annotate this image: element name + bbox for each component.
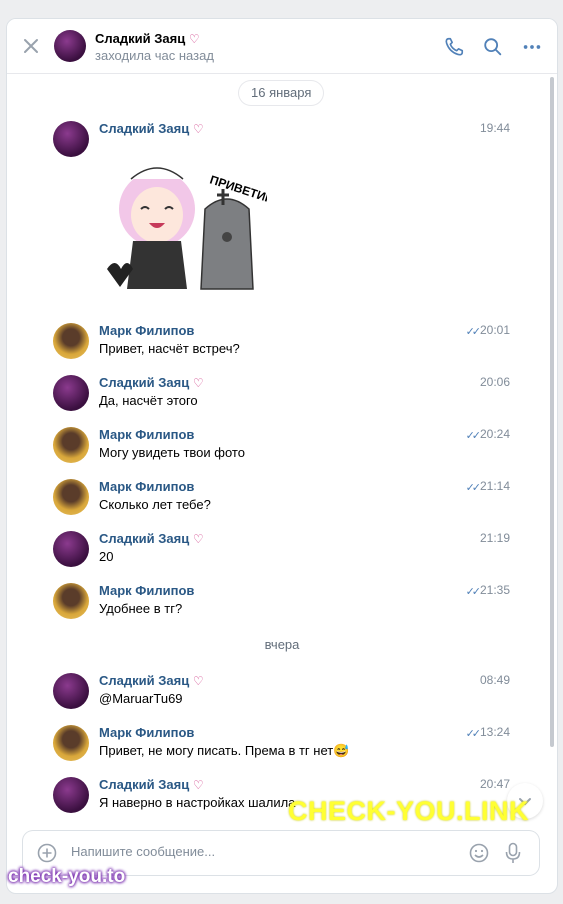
avatar[interactable] xyxy=(53,583,89,619)
heart-icon: ♡ xyxy=(192,778,204,792)
chat-window: Сладкий Заяц ♡ заходила час назад 16 янв… xyxy=(6,18,558,894)
message-row: Марк Филипов Сколько лет тебе? ✓✓ 21:14 xyxy=(7,479,557,529)
message-time: 21:35 xyxy=(479,583,510,597)
mic-icon[interactable] xyxy=(503,842,523,864)
avatar[interactable] xyxy=(53,531,89,567)
date-divider: вчера xyxy=(264,637,300,652)
message-time: 19:44 xyxy=(479,121,510,135)
message-row: Сладкий Заяц ♡ 19:44 xyxy=(7,121,557,171)
heart-icon: ♡ xyxy=(192,122,204,136)
plus-icon[interactable] xyxy=(37,843,57,863)
message-author[interactable]: Марк Филипов xyxy=(99,479,194,494)
avatar[interactable] xyxy=(53,479,89,515)
avatar[interactable] xyxy=(53,121,89,157)
message-text: Привет, не могу писать. Према в тг нет😅 xyxy=(99,743,350,758)
watermark: check-you.to xyxy=(8,866,126,887)
message-time: 13:24 xyxy=(479,725,510,739)
message-author[interactable]: Марк Филипов xyxy=(99,583,194,598)
contact-status: заходила час назад xyxy=(95,48,214,63)
more-icon[interactable] xyxy=(521,36,543,58)
heart-icon: ♡ xyxy=(192,376,204,390)
message-row: Сладкий Заяц ♡ 20 21:19 xyxy=(7,531,557,581)
message-row: Марк Филипов Привет, насчёт встреч? ✓✓ 2… xyxy=(7,323,557,373)
message-author[interactable]: Марк Филипов xyxy=(99,725,194,740)
double-check-icon: ✓✓ xyxy=(465,482,482,494)
message-time: 20:47 xyxy=(479,777,510,791)
heart-icon: ♡ xyxy=(188,32,200,46)
watermark: CHECK-YOU.LINK xyxy=(288,796,529,826)
message-author[interactable]: Сладкий Заяц ♡ xyxy=(99,673,204,688)
chat-header: Сладкий Заяц ♡ заходила час назад xyxy=(7,19,557,74)
message-time: 20:24 xyxy=(479,427,510,441)
message-author[interactable]: Сладкий Заяц ♡ xyxy=(99,121,204,136)
contact-name[interactable]: Сладкий Заяц ♡ xyxy=(95,31,200,46)
message-row: Марк Филипов Удобнее в тг? ✓✓ 21:35 xyxy=(7,583,557,633)
message-row: Марк Филипов Могу увидеть твои фото ✓✓ 2… xyxy=(7,427,557,477)
phone-icon[interactable] xyxy=(443,36,465,58)
message-author[interactable]: Сладкий Заяц ♡ xyxy=(99,777,204,792)
message-text: Удобнее в тг? xyxy=(99,601,183,616)
message-time: 08:49 xyxy=(479,673,510,687)
date-divider: 16 января xyxy=(239,81,324,105)
message-time: 21:14 xyxy=(479,479,510,493)
avatar[interactable] xyxy=(53,375,89,411)
message-author[interactable]: Сладкий Заяц ♡ xyxy=(99,375,204,390)
double-check-icon: ✓✓ xyxy=(465,728,482,740)
message-row: Сладкий Заяц ♡ @MaruarTu69 08:49 xyxy=(7,673,557,723)
avatar[interactable] xyxy=(53,725,89,761)
message-text: Сколько лет тебе? xyxy=(99,497,211,512)
heart-icon: ♡ xyxy=(192,674,204,688)
search-icon[interactable] xyxy=(482,36,504,58)
avatar[interactable] xyxy=(53,323,89,359)
double-check-icon: ✓✓ xyxy=(465,586,482,598)
message-text: Могу увидеть твои фото xyxy=(99,445,245,460)
message-input[interactable]: Напишите сообщение... xyxy=(71,844,215,859)
message-text: Я наверно в настройках шалила xyxy=(99,795,296,810)
message-text: Да, насчёт этого xyxy=(99,393,198,408)
avatar[interactable] xyxy=(53,777,89,813)
message-author[interactable]: Марк Филипов xyxy=(99,427,194,442)
message-row: Сладкий Заяц ♡ Да, насчёт этого 20:06 xyxy=(7,375,557,425)
message-time: 21:19 xyxy=(479,531,510,545)
double-check-icon: ✓✓ xyxy=(465,430,482,442)
double-check-icon: ✓✓ xyxy=(465,326,482,338)
message-text: @MaruarTu69 xyxy=(99,691,183,706)
sticker-image[interactable]: ПРИВЕТИК! xyxy=(97,149,267,299)
header-avatar[interactable] xyxy=(54,30,86,62)
message-author[interactable]: Марк Филипов xyxy=(99,323,194,338)
message-text: 20 xyxy=(99,549,114,564)
heart-icon: ♡ xyxy=(192,532,204,546)
smile-icon[interactable] xyxy=(469,843,489,863)
message-row: Марк Филипов Привет, не могу писать. Пре… xyxy=(7,725,557,775)
avatar[interactable] xyxy=(53,427,89,463)
avatar[interactable] xyxy=(53,673,89,709)
close-icon[interactable] xyxy=(21,36,41,56)
message-time: 20:01 xyxy=(479,323,510,337)
message-author[interactable]: Сладкий Заяц ♡ xyxy=(99,531,204,546)
message-text: Привет, насчёт встреч? xyxy=(99,341,240,356)
message-time: 20:06 xyxy=(479,375,510,389)
